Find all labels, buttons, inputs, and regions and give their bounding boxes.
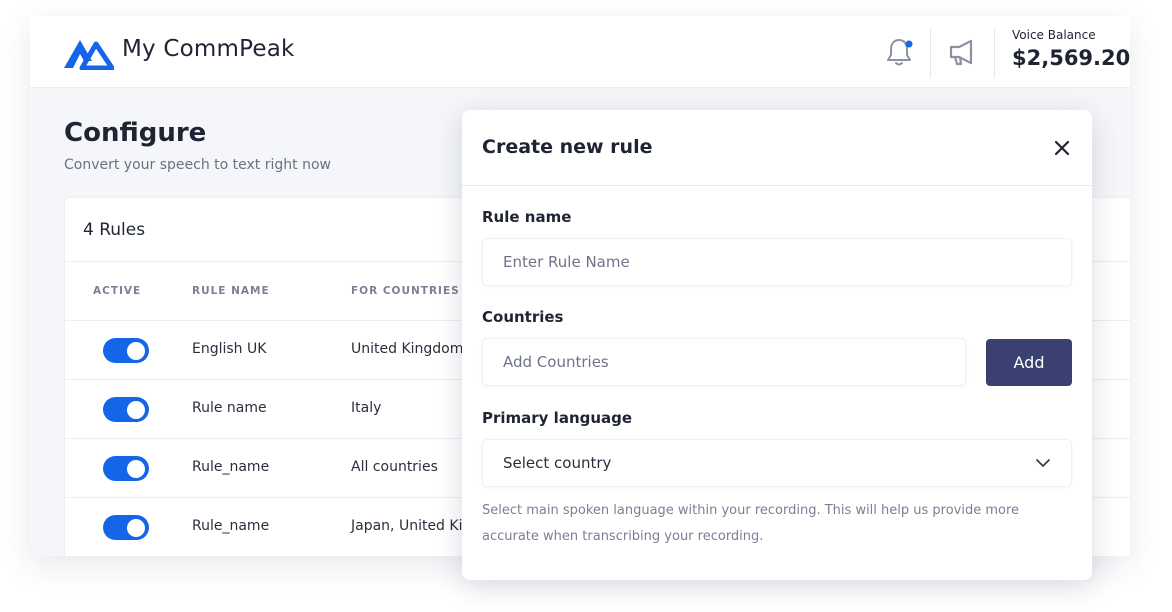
countries-cell: Italy — [351, 400, 382, 416]
countries-cell: Japan, United Kin — [351, 518, 472, 534]
balance-label: Voice Balance — [1012, 28, 1096, 42]
rule-name-cell: English UK — [192, 341, 267, 357]
countries-input[interactable] — [482, 338, 966, 386]
column-header-active: ACTIVE — [93, 285, 142, 297]
chevron-down-icon — [1036, 459, 1050, 467]
toggle-knob — [127, 518, 145, 537]
modal-title: Create new rule — [482, 136, 653, 158]
countries-cell: United Kingdom, — [351, 341, 468, 357]
create-rule-modal: Create new rule Rule name Countries Add … — [462, 110, 1092, 580]
bell-icon[interactable] — [885, 36, 915, 68]
megaphone-icon[interactable] — [947, 36, 977, 68]
active-toggle[interactable] — [103, 338, 149, 363]
active-toggle[interactable] — [103, 397, 149, 422]
header-divider — [994, 28, 995, 78]
countries-label: Countries — [482, 308, 564, 326]
countries-cell: All countries — [351, 459, 438, 475]
column-header-countries[interactable]: FOR COUNTRIES — [351, 285, 460, 297]
rule-name-cell: Rule_name — [192, 518, 270, 534]
page-subtitle: Convert your speech to text right now — [64, 157, 331, 173]
column-header-rule-name[interactable]: RULE NAME — [192, 285, 270, 297]
balance-value: $2,569.20 — [1012, 46, 1130, 70]
active-toggle[interactable] — [103, 456, 149, 481]
helper-text: Select main spoken language within your … — [482, 503, 1020, 544]
modal-divider — [462, 185, 1092, 186]
primary-language-label: Primary language — [482, 409, 633, 427]
toggle-knob — [127, 341, 145, 360]
toggle-knob — [127, 459, 145, 478]
rule-name-input[interactable] — [482, 238, 1072, 286]
add-button[interactable]: Add — [986, 339, 1072, 386]
rules-count: 4 Rules — [83, 220, 146, 240]
primary-language-select[interactable]: Select country — [482, 439, 1072, 487]
rule-name-cell: Rule name — [192, 400, 267, 416]
logo-icon[interactable] — [62, 34, 114, 70]
rule-name-cell: Rule_name — [192, 459, 270, 475]
close-icon[interactable] — [1052, 138, 1072, 158]
primary-language-value: Select country — [503, 454, 612, 472]
active-toggle[interactable] — [103, 515, 149, 540]
toggle-knob — [127, 400, 145, 419]
brand-name: My CommPeak — [122, 36, 295, 62]
page-title: Configure — [64, 118, 207, 148]
header-divider — [930, 28, 931, 78]
rule-name-label: Rule name — [482, 208, 572, 226]
top-bar: My CommPeak Voice Balance $2,569.20 — [30, 16, 1130, 88]
